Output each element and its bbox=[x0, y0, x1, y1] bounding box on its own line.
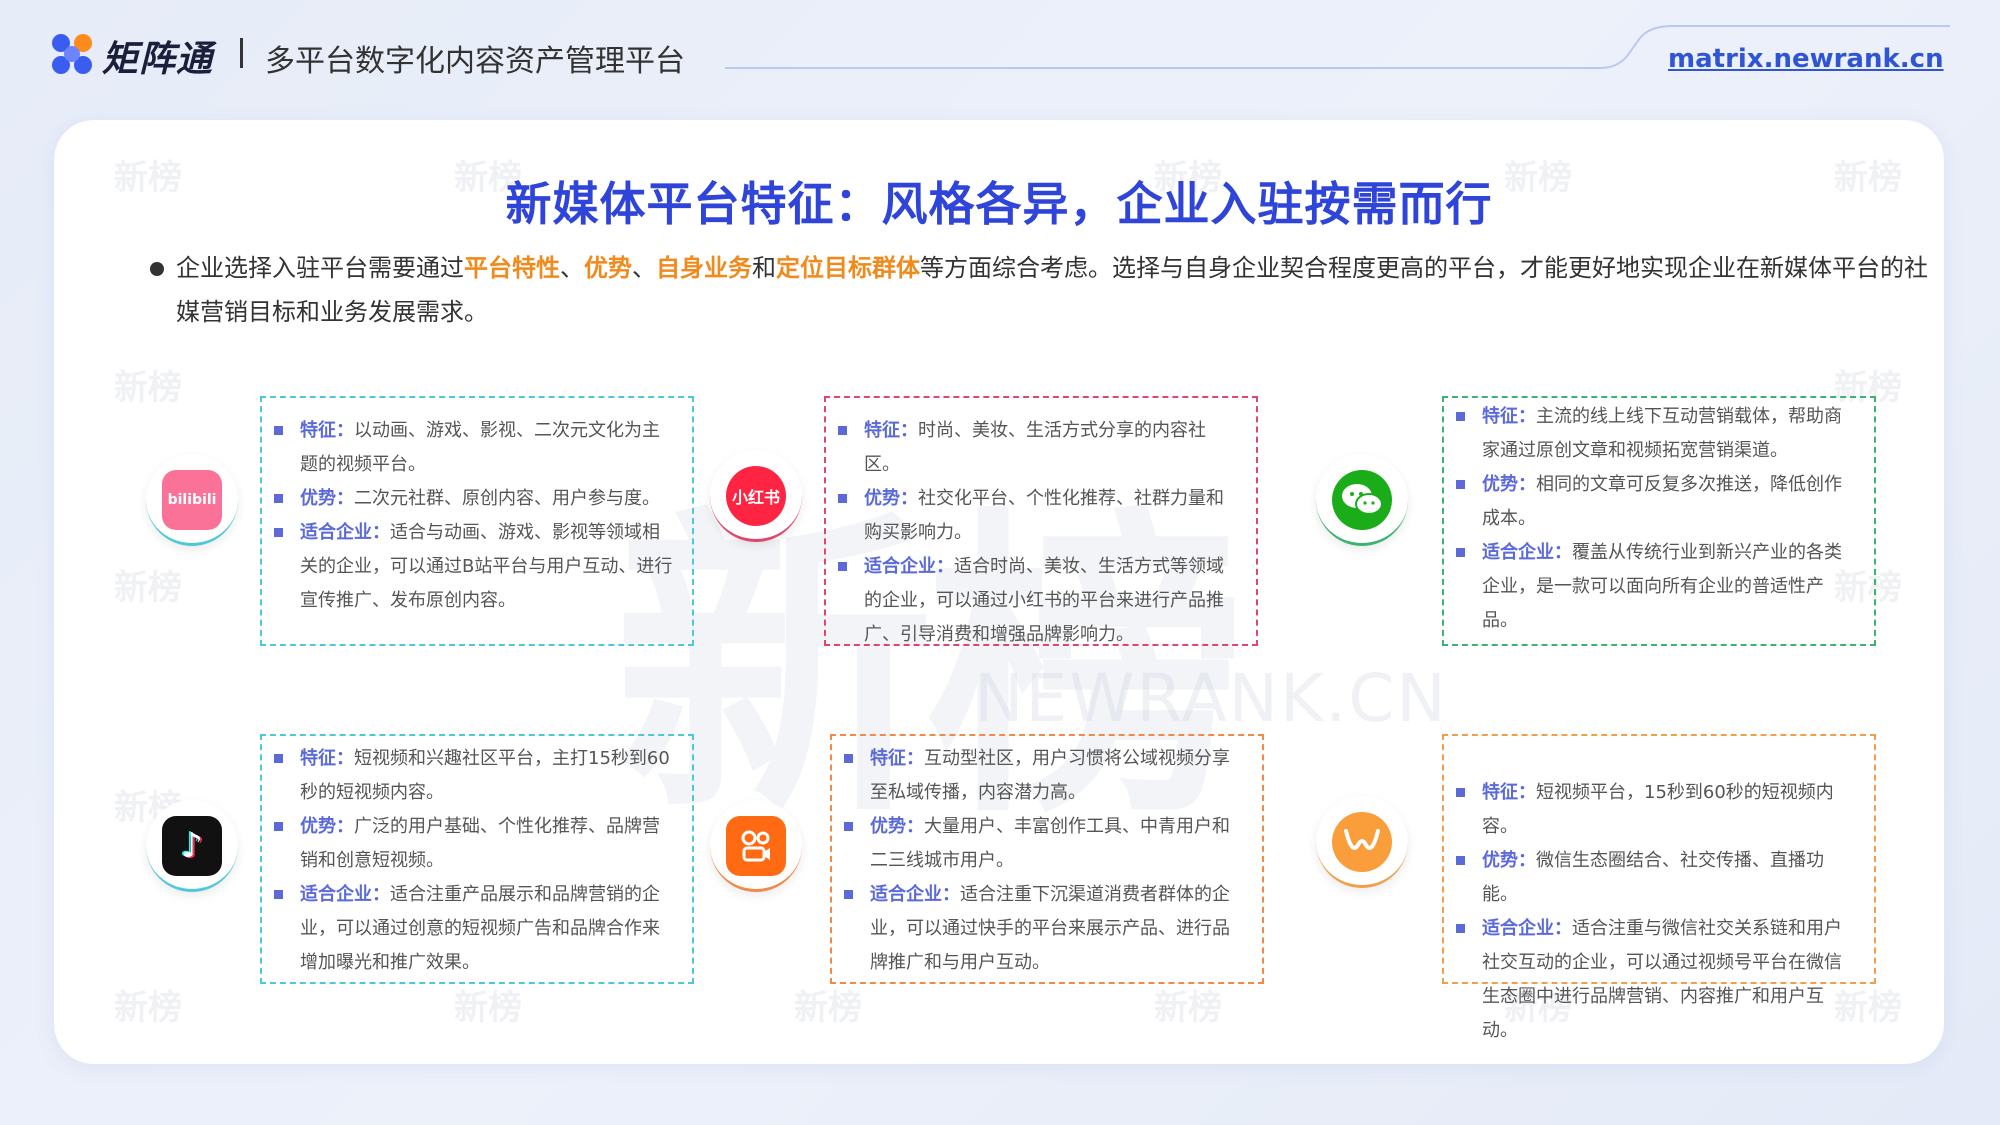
wechat-channels-icon bbox=[1316, 796, 1408, 888]
suitable-item: 适合企业：适合与动画、游戏、影视等领域相关的企业，可以通过B站平台与用户互动、进… bbox=[272, 516, 676, 618]
suitable-item: 适合企业：适合注重产品展示和品牌营销的企业，可以通过创意的短视频广告和品牌合作来… bbox=[272, 878, 676, 980]
suitable-item: 适合企业：适合注重下沉渠道消费者群体的企业，可以通过快手的平台来展示产品、进行品… bbox=[842, 878, 1246, 980]
small-watermark: 新榜 bbox=[1154, 988, 1222, 1028]
advantage-item: 优势：二次元社群、原创内容、用户参与度。 bbox=[272, 482, 676, 516]
feature-item: 特征：短视频平台，15秒到60秒的短视频内容。 bbox=[1454, 776, 1858, 844]
bilibili-icon: bilibili bbox=[146, 454, 238, 546]
suitable-item: 适合企业：适合时尚、美妆、生活方式等领域的企业，可以通过小红书的平台来进行产品推… bbox=[836, 550, 1240, 652]
small-watermark: 新榜 bbox=[114, 568, 182, 608]
platform-card-kuaishou: 特征：互动型社区，用户习惯将公域视频分享至私域传播，内容潜力高。 优势：大量用户… bbox=[830, 734, 1264, 984]
header: 矩阵通 多平台数字化内容资产管理平台 matrix.newrank.cn bbox=[0, 0, 2000, 110]
suitable-item: 适合企业：适合注重与微信社交关系链和用户社交互动的企业，可以通过视频号平台在微信… bbox=[1454, 912, 1858, 1048]
kuaishou-icon bbox=[710, 800, 802, 892]
platform-card-xiaohongshu: 特征：时尚、美妆、生活方式分享的内容社区。 优势：社交化平台、个性化推荐、社群力… bbox=[824, 396, 1258, 646]
bullet-dot bbox=[150, 262, 164, 276]
feature-item: 特征：互动型社区，用户习惯将公域视频分享至私域传播，内容潜力高。 bbox=[842, 742, 1246, 810]
platform-card-wechat: 特征：主流的线上线下互动营销载体，帮助商家通过原创文章和视频拓宽营销渠道。 优势… bbox=[1442, 396, 1876, 646]
small-watermark: 新榜 bbox=[454, 988, 522, 1028]
platform-card-bilibili: 特征：以动画、游戏、影视、二次元文化为主题的视频平台。 优势：二次元社群、原创内… bbox=[260, 396, 694, 646]
small-watermark: 新榜 bbox=[114, 988, 182, 1028]
feature-item: 特征：时尚、美妆、生活方式分享的内容社区。 bbox=[836, 414, 1240, 482]
small-watermark: 新榜 bbox=[794, 988, 862, 1028]
feature-item: 特征：以动画、游戏、影视、二次元文化为主题的视频平台。 bbox=[272, 414, 676, 482]
advantage-item: 优势：大量用户、丰富创作工具、中青用户和二三线城市用户。 bbox=[842, 810, 1246, 878]
intro-paragraph: 企业选择入驻平台需要通过平台特性、优势、自身业务和定位目标群体等方面综合考虑。选… bbox=[176, 254, 1928, 326]
content-card: 新榜 NEWRANK.CN 新榜 新榜 新榜 新榜 新榜 新榜 新榜 新榜 新榜… bbox=[54, 120, 1944, 1064]
advantage-item: 优势：相同的文章可反复多次推送，降低创作成本。 bbox=[1454, 468, 1858, 536]
douyin-icon: ♪ bbox=[146, 800, 238, 892]
platform-card-douyin: 特征：短视频和兴趣社区平台，主打15秒到60秒的短视频内容。 优势：广泛的用户基… bbox=[260, 734, 694, 984]
suitable-item: 适合企业：覆盖从传统行业到新兴产业的各类企业，是一款可以面向所有企业的普适性产品… bbox=[1454, 536, 1858, 638]
advantage-item: 优势：社交化平台、个性化推荐、社群力量和购买影响力。 bbox=[836, 482, 1240, 550]
small-watermark: 新榜 bbox=[114, 368, 182, 408]
feature-item: 特征：短视频和兴趣社区平台，主打15秒到60秒的短视频内容。 bbox=[272, 742, 676, 810]
advantage-item: 优势：广泛的用户基础、个性化推荐、品牌营销和创意短视频。 bbox=[272, 810, 676, 878]
advantage-item: 优势：微信生态圈结合、社交传播、直播功能。 bbox=[1454, 844, 1858, 912]
platform-card-wechat-channels: 特征：短视频平台，15秒到60秒的短视频内容。 优势：微信生态圈结合、社交传播、… bbox=[1442, 734, 1876, 1041]
background-watermark-sub: NEWRANK.CN bbox=[974, 660, 1448, 737]
wechat-icon bbox=[1316, 454, 1408, 546]
feature-item: 特征：主流的线上线下互动营销载体，帮助商家通过原创文章和视频拓宽营销渠道。 bbox=[1454, 400, 1858, 468]
xiaohongshu-icon: 小红书 bbox=[710, 450, 802, 542]
site-link[interactable]: matrix.newrank.cn bbox=[1668, 44, 1944, 74]
page-title: 新媒体平台特征：风格各异，企业入驻按需而行 bbox=[505, 177, 1493, 231]
